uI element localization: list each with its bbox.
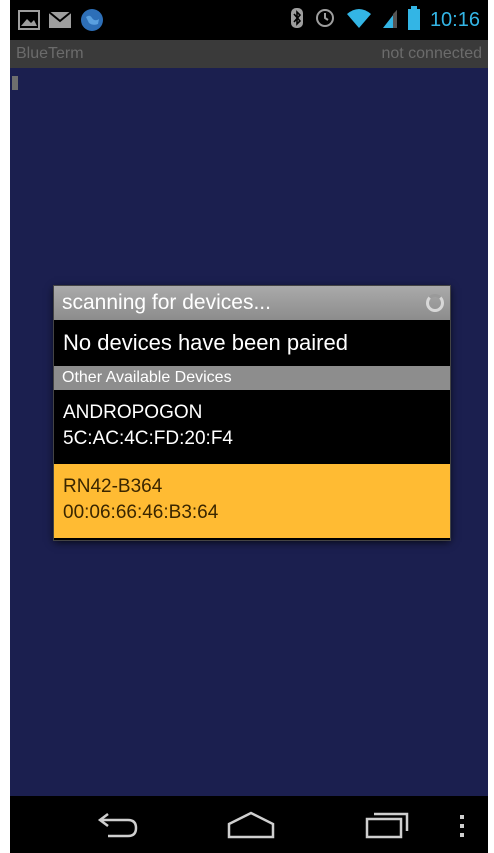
- device-item-rn42-b364[interactable]: RN42-B364 00:06:66:46:B3:64: [54, 464, 450, 538]
- bluetooth-icon: [290, 7, 304, 33]
- title-bar: BlueTerm not connected: [10, 40, 488, 68]
- signal-icon: [382, 7, 398, 33]
- status-bar: 10:16: [10, 0, 488, 40]
- progress-spinner-icon: [426, 294, 444, 312]
- device-item-andropogon[interactable]: ANDROPOGON 5C:AC:4C:FD:20:F4: [54, 390, 450, 464]
- navigation-bar: [10, 796, 488, 853]
- mail-icon: [48, 10, 72, 34]
- device-address: 00:06:66:46:B3:64: [63, 502, 219, 523]
- dialog-title: scanning for devices...: [62, 291, 271, 314]
- status-left-icons: [18, 8, 104, 36]
- section-header-other-devices: Other Available Devices: [54, 366, 450, 390]
- back-icon[interactable]: [94, 810, 140, 844]
- device-picker-dialog: scanning for devices... No devices have …: [54, 286, 450, 540]
- image-icon: [18, 10, 40, 34]
- recents-icon[interactable]: [364, 810, 410, 844]
- dialog-header: scanning for devices...: [54, 286, 450, 320]
- connection-status: not connected: [381, 45, 482, 62]
- paired-devices-message: No devices have been paired: [63, 330, 348, 355]
- phone-screen: 10:16 BlueTerm not connected scanning fo…: [10, 0, 488, 853]
- home-icon[interactable]: [226, 810, 276, 844]
- alarm-icon: [314, 7, 336, 33]
- app-title: BlueTerm: [16, 45, 84, 62]
- wifi-icon: [346, 7, 372, 33]
- device-name: RN42-B364: [63, 476, 163, 497]
- battery-icon: [407, 6, 420, 34]
- terminal-cursor: [12, 76, 18, 90]
- clock: 10:16: [429, 8, 480, 31]
- status-right-icons: 10:16: [290, 6, 480, 34]
- menu-icon[interactable]: [458, 814, 466, 842]
- device-address: 5C:AC:4C:FD:20:F4: [63, 428, 233, 449]
- globe-icon: [80, 8, 104, 36]
- device-name: ANDROPOGON: [63, 402, 203, 423]
